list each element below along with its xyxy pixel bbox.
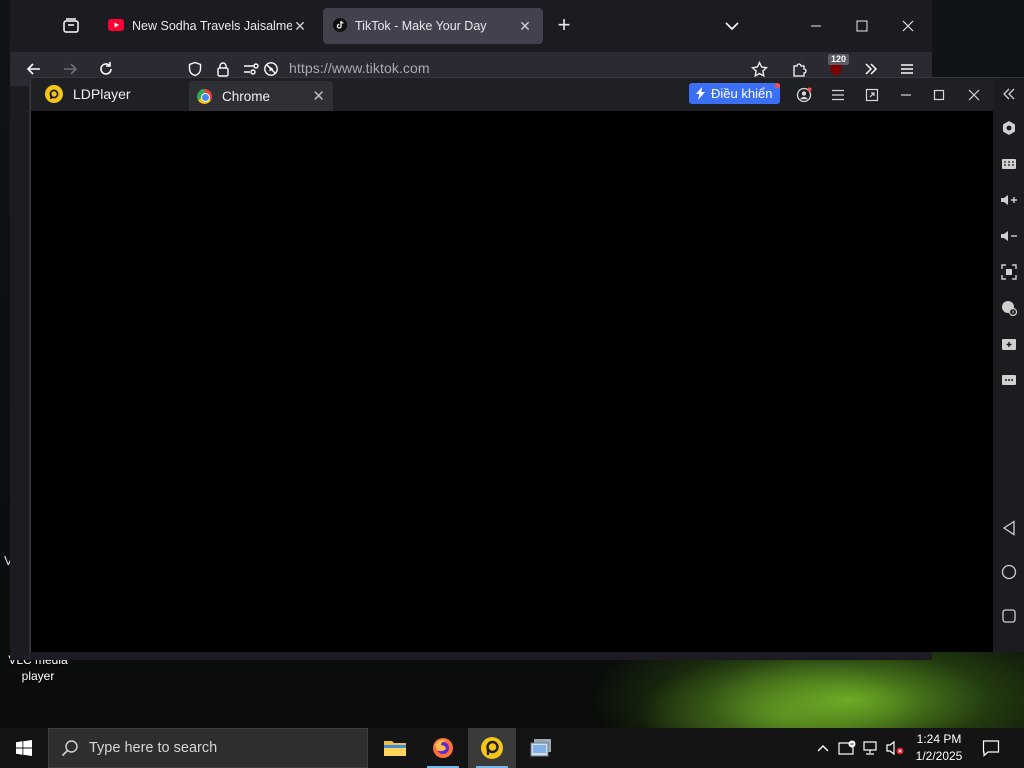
android-back-icon[interactable]	[999, 518, 1019, 538]
close-window-icon[interactable]	[896, 14, 920, 38]
ldplayer-window: LDPlayer Chrome ✕ Điều khiển	[30, 77, 1024, 652]
android-home-icon[interactable]	[999, 562, 1019, 582]
firefox-view-icon[interactable]	[58, 13, 84, 39]
firefox-tab-tiktok[interactable]: TikTok - Make Your Day ✕	[323, 8, 543, 44]
show-hidden-icons-chevron-icon[interactable]	[812, 728, 834, 768]
security-status-icon[interactable]	[836, 728, 858, 768]
firefox-tab-youtube[interactable]: New Sodha Travels Jaisalmer To ✕	[98, 8, 318, 44]
emulator-screen[interactable]	[31, 111, 993, 652]
control-button-label: Điều khiển	[711, 86, 773, 101]
tab-title: New Sodha Travels Jaisalmer To	[132, 19, 292, 33]
minimize-icon[interactable]	[895, 84, 917, 106]
close-tab-icon[interactable]: ✕	[312, 87, 325, 105]
ldplayer-tab-label: Chrome	[222, 88, 271, 104]
more-options-icon[interactable]	[999, 370, 1019, 390]
firefox-icon[interactable]	[419, 728, 467, 768]
chrome-icon	[197, 88, 212, 104]
minimize-icon[interactable]	[804, 14, 828, 38]
lightning-icon	[695, 87, 706, 100]
url-bar-text[interactable]: https://www.tiktok.com	[289, 60, 430, 76]
windows-taskbar: Type here to search 1:24 PM 1/2/2025	[0, 728, 1024, 768]
ldplayer-brand-label: LDPlayer	[73, 86, 131, 102]
close-window-icon[interactable]	[963, 84, 985, 106]
install-apk-icon[interactable]	[999, 298, 1019, 318]
network-icon[interactable]	[860, 728, 882, 768]
account-icon[interactable]	[793, 84, 815, 106]
volume-muted-icon[interactable]	[884, 728, 906, 768]
ldplayer-icon[interactable]	[468, 728, 516, 768]
multi-instance-icon[interactable]	[517, 728, 565, 768]
firefox-page-edge	[10, 86, 30, 660]
sync-window-icon[interactable]	[861, 84, 883, 106]
keyboard-mapping-icon[interactable]	[999, 154, 1019, 174]
menu-icon[interactable]	[827, 84, 849, 106]
screenshot-icon[interactable]	[999, 262, 1019, 282]
maximize-icon[interactable]	[850, 14, 874, 38]
firefox-tab-strip: New Sodha Travels Jaisalmer To ✕ TikTok …	[10, 0, 932, 52]
taskbar-clock[interactable]: 1:24 PM 1/2/2025	[908, 731, 970, 765]
control-button[interactable]: Điều khiển	[689, 83, 781, 104]
windows-start-icon[interactable]	[0, 728, 48, 768]
clock-date: 1/2/2025	[915, 749, 963, 763]
extension-badge-count: 120	[828, 54, 850, 65]
volume-down-icon[interactable]	[999, 226, 1019, 246]
settings-gear-icon[interactable]	[999, 118, 1019, 138]
taskbar-search-box[interactable]: Type here to search	[48, 728, 368, 768]
search-placeholder: Type here to search	[89, 740, 218, 756]
close-tab-icon[interactable]: ✕	[292, 18, 308, 35]
clock-time: 1:24 PM	[916, 732, 962, 746]
tiktok-icon	[333, 17, 347, 35]
notification-dot	[775, 83, 781, 88]
ldplayer-sidebar	[993, 78, 1024, 652]
ldplayer-brand: LDPlayer	[45, 85, 131, 103]
ldplayer-logo-icon	[45, 85, 63, 103]
collapse-sidebar-icon[interactable]	[999, 84, 1019, 104]
youtube-icon	[108, 18, 124, 34]
android-recents-icon[interactable]	[999, 606, 1019, 626]
ldplayer-title-bar: LDPlayer Chrome ✕ Điều khiển	[31, 78, 993, 111]
ldplayer-tab-chrome[interactable]: Chrome ✕	[189, 81, 333, 111]
new-tab-button[interactable]: +	[552, 14, 576, 38]
volume-up-icon[interactable]	[999, 190, 1019, 210]
notification-center-icon[interactable]	[978, 728, 1004, 768]
file-explorer-icon[interactable]	[371, 728, 419, 768]
chevron-down-icon[interactable]	[722, 16, 742, 36]
add-folder-icon[interactable]	[999, 334, 1019, 354]
close-tab-icon[interactable]: ✕	[517, 18, 533, 35]
tab-title: TikTok - Make Your Day	[355, 19, 487, 33]
search-icon	[61, 739, 79, 757]
maximize-icon[interactable]	[928, 84, 950, 106]
